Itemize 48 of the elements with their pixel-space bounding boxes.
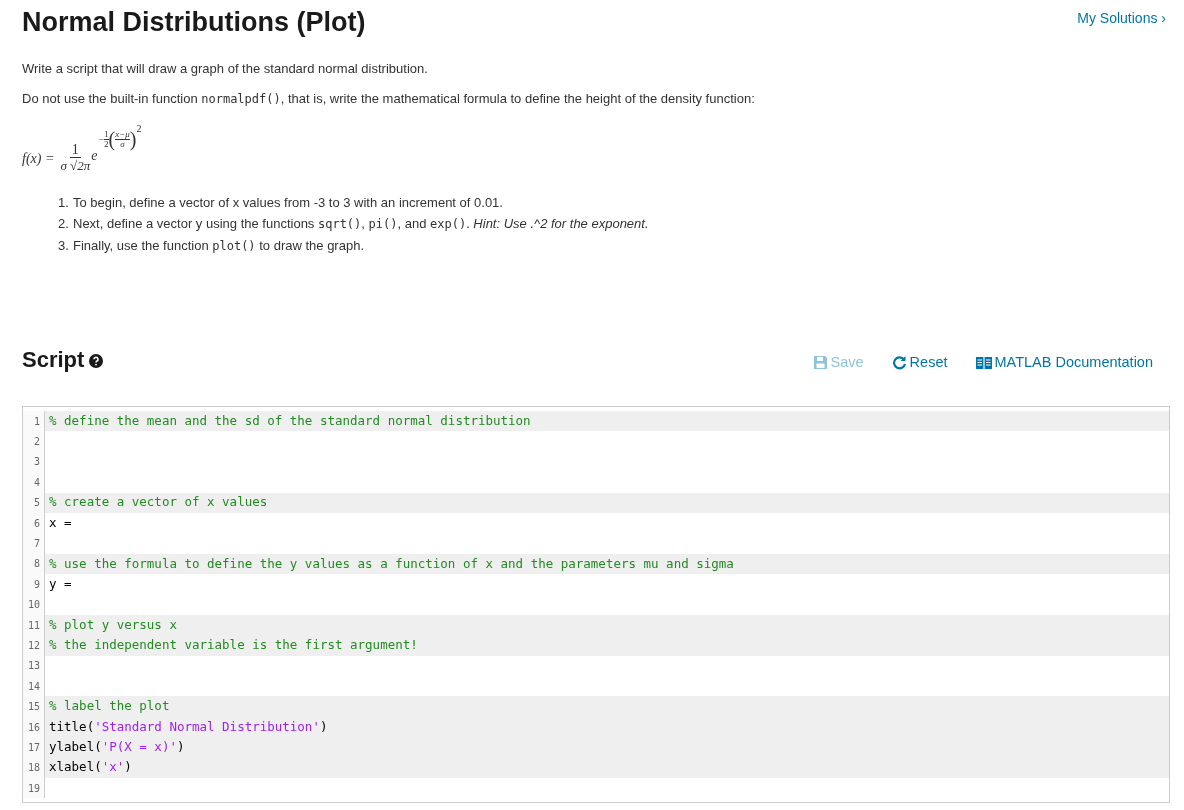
line-number: 15 xyxy=(23,696,45,717)
formula-text: ) xyxy=(129,129,137,149)
page-title: Normal Distributions (Plot) xyxy=(22,6,366,39)
line-number: 16 xyxy=(23,716,45,738)
formula-text: 2 xyxy=(104,139,109,149)
line-number: 13 xyxy=(23,655,45,677)
line-number: 18 xyxy=(23,757,45,779)
formula-text: 1 xyxy=(69,142,81,158)
section-title: Script xyxy=(22,346,85,374)
line-number: 3 xyxy=(23,451,45,473)
help-icon[interactable] xyxy=(89,353,104,368)
formula-text: σ √2π xyxy=(60,157,91,174)
book-icon xyxy=(975,355,992,370)
line-number: 12 xyxy=(23,635,45,656)
list-number: 3. xyxy=(58,237,70,255)
save-icon xyxy=(812,355,828,370)
instruction-text: Next, define a vector y using the functions sqrt(), pi(), and exp(). Hint: Use .^2 for the exponent. xyxy=(73,215,649,233)
line-number: 8 xyxy=(23,553,45,575)
line-number: 11 xyxy=(23,614,45,636)
reset-button[interactable]: Reset xyxy=(891,351,948,374)
formula-text: 1 xyxy=(104,129,109,140)
formula-text: 2 xyxy=(136,122,142,136)
formula-text: x−μ xyxy=(115,129,130,140)
line-number: 14 xyxy=(23,676,45,697)
instruction-text: Do not use the built-in function normalpdf(), that is, write the mathematical formula to define the height of the density function: xyxy=(22,90,756,108)
line-number: 19 xyxy=(23,778,45,799)
formula-text: σ xyxy=(120,139,125,149)
list-number: 1. xyxy=(58,194,70,211)
line-number: 7 xyxy=(23,533,45,554)
line-number: 10 xyxy=(23,594,45,615)
formula-text: ( xyxy=(108,129,116,149)
line-number: 2 xyxy=(23,431,45,452)
formula-text: f(x) = xyxy=(22,149,55,168)
docs-button[interactable]: MATLAB Documentation xyxy=(975,351,1153,374)
line-number: 17 xyxy=(23,737,45,758)
line-number: 1 xyxy=(23,411,45,432)
formula-text: − xyxy=(98,132,105,145)
list-number: 2. xyxy=(58,215,70,233)
my-solutions-link[interactable]: My Solutions › xyxy=(1077,8,1166,29)
line-number: 6 xyxy=(23,512,45,534)
line-number: 9 xyxy=(23,574,45,595)
instruction-text: To begin, define a vector of x values from -3 to 3 with an increment of 0.01. xyxy=(73,194,503,211)
line-number: 5 xyxy=(23,492,45,513)
instruction-text: Write a script that will draw a graph of the standard normal distribution. xyxy=(22,60,429,78)
line-number: 4 xyxy=(23,472,45,493)
reset-icon xyxy=(891,355,907,370)
formula-text: e xyxy=(91,146,98,165)
instruction-text: Finally, use the function plot() to draw the graph. xyxy=(73,237,364,255)
